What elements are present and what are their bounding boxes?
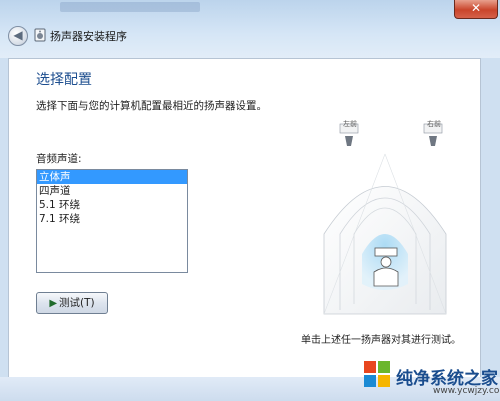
window-title: 扬声器安装程序 [50,30,127,43]
left-front-label: 左前 [343,120,357,128]
audio-channels-listbox[interactable]: 立体声 四声道 5.1 环绕 7.1 环绕 [36,169,188,273]
audio-channels-label: 音频声道: [36,153,82,165]
watermark-url: www.ycwjzy.com [433,386,500,396]
speaker-diagram [323,123,447,315]
test-button-label: 测试(T) [59,297,95,309]
page-description: 选择下面与您的计算机配置最相近的扬声器设置。 [36,100,267,112]
channel-option-7-1[interactable]: 7.1 环绕 [37,212,187,226]
channel-option-5-1[interactable]: 5.1 环绕 [37,198,187,212]
back-button[interactable]: ◀ [8,26,28,46]
channel-option-quad[interactable]: 四声道 [37,184,187,198]
right-front-label: 右前 [427,120,441,128]
play-icon: ▶ [49,298,58,309]
channel-option-stereo[interactable]: 立体声 [37,170,187,184]
speaker-icon [34,28,46,42]
blurred-background-text [60,2,200,12]
page-heading: 选择配置 [36,72,92,88]
watermark-logo-icon [364,361,390,387]
hint-text: 单击上述任一扬声器对其进行测试。 [301,335,461,346]
test-button[interactable]: ▶ 测试(T) [36,292,108,314]
title-bar: ✕ ◀ 扬声器安装程序 [0,0,500,58]
close-button[interactable]: ✕ [454,0,498,19]
wizard-content: 选择配置 选择下面与您的计算机配置最相近的扬声器设置。 音频声道: 立体声 四声… [8,58,481,378]
